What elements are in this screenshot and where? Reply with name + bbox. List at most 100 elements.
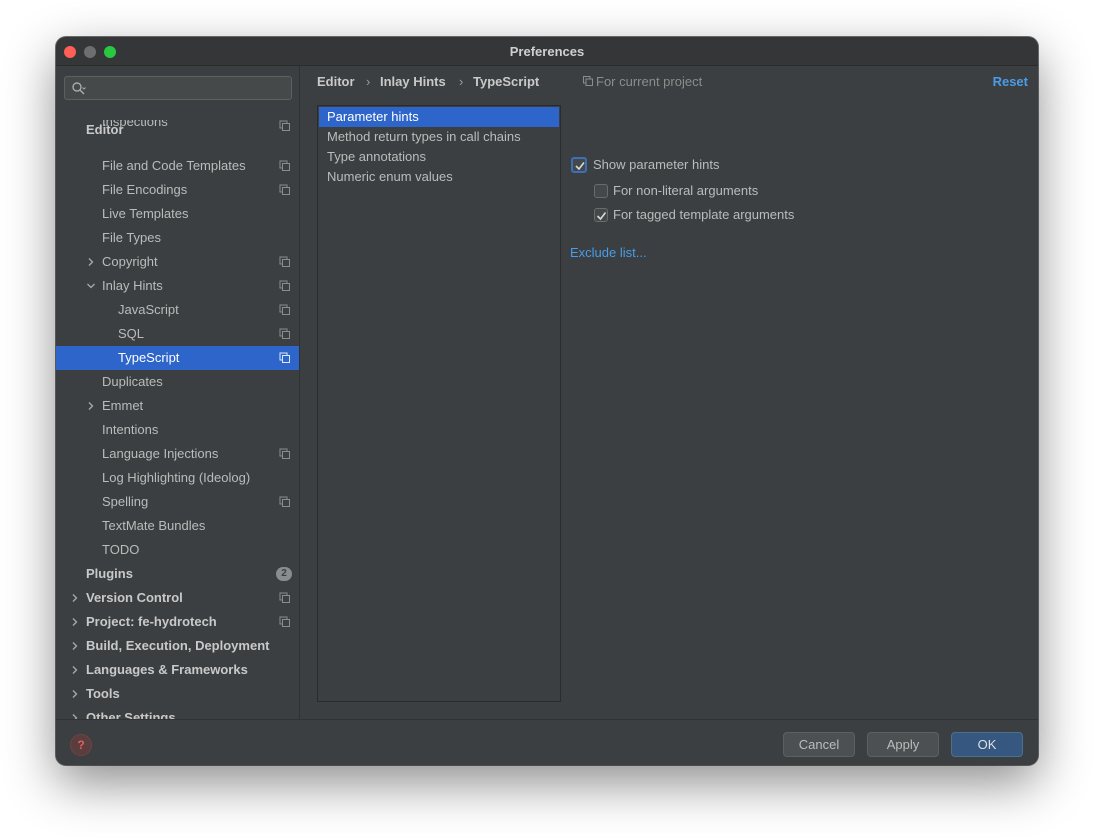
sidebar-item-textmate-bundles[interactable]: TextMate Bundles [56,514,299,538]
sidebar-item-language-injections[interactable]: Language Injections [56,442,299,466]
help-icon: ? [77,738,85,752]
settings-sidebar: Editor Inspections File and Code Templates… [56,66,300,719]
breadcrumb-editor[interactable]: Editor [317,74,355,89]
sidebar-item-log-highlighting-ideolog[interactable]: Log Highlighting (Ideolog) [56,466,299,490]
sidebar-item-label: Languages & Frameworks [86,662,248,677]
sidebar-item-label: Plugins [86,566,133,581]
sidebar-item-emmet[interactable]: Emmet [56,394,299,418]
sidebar-item-sql[interactable]: SQL [56,322,299,346]
sidebar-item-label: TypeScript [118,350,180,365]
apply-button[interactable]: Apply [867,732,939,757]
ok-button[interactable]: OK [951,732,1023,757]
title-bar: Preferences [56,37,1038,66]
hint-type-numeric-enum-values[interactable]: Numeric enum values [319,167,559,187]
sidebar-item-plugins[interactable]: Plugins 2 [56,562,299,586]
sidebar-item-label: Version Control [86,590,183,605]
hint-types-list: Parameter hints Method return types in c… [317,105,561,702]
sidebar-item-label: Live Templates [102,206,189,221]
sidebar-item-typescript[interactable]: TypeScript [56,346,299,370]
sidebar-item-label: Project: fe-hydrotech [86,614,217,629]
sidebar-item-label: Tools [86,686,120,701]
sidebar-item-label: TextMate Bundles [102,518,206,533]
window-title: Preferences [509,44,585,59]
project-scope-icon [279,352,290,363]
project-scope-icon [279,592,290,603]
sidebar-item-intentions[interactable]: Intentions [56,418,299,442]
hint-type-parameter-hints[interactable]: Parameter hints [319,107,559,127]
checkmark-icon [596,212,607,221]
breadcrumb-typescript: TypeScript [473,74,540,89]
sidebar-item-project-fe-hydrotech[interactable]: Project: fe-hydrotech [56,610,299,634]
sidebar-item-label: Inspections [102,120,168,129]
tagged-template-arguments-checkbox[interactable] [594,208,608,222]
project-scope-icon [279,448,290,459]
sidebar-item-label: Spelling [102,494,149,509]
sidebar-item-live-templates[interactable]: Live Templates [56,202,299,226]
chevron-right-icon[interactable] [70,641,80,651]
sidebar-item-copyright[interactable]: Copyright [56,250,299,274]
chevron-right-icon[interactable] [86,401,96,411]
sidebar-item-javascript[interactable]: JavaScript [56,298,299,322]
sidebar-item-duplicates[interactable]: Duplicates [56,370,299,394]
sidebar-item-label: Duplicates [102,374,163,389]
search-icon [72,82,86,95]
sidebar-item-todo[interactable]: TODO [56,538,299,562]
chevron-right-icon[interactable] [70,665,80,675]
non-literal-arguments-label[interactable]: For non-literal arguments [613,181,758,201]
sidebar-item-label: Intentions [102,422,159,437]
project-scope-icon [279,120,290,131]
sidebar-item-spelling[interactable]: Spelling [56,490,299,514]
sidebar-item-label: Inlay Hints [102,278,163,293]
cancel-button[interactable]: Cancel [783,732,855,757]
project-scope-icon [279,280,290,291]
reset-link[interactable]: Reset [993,74,1028,89]
chevron-right-icon[interactable] [86,257,96,267]
hint-type-method-return-types[interactable]: Method return types in call chains [319,127,559,147]
show-parameter-hints-label[interactable]: Show parameter hints [593,155,719,175]
breadcrumb-inlay-hints[interactable]: Inlay Hints [380,74,446,89]
sidebar-item-label: Build, Execution, Deployment [86,638,270,653]
tagged-template-arguments-label[interactable]: For tagged template arguments [613,205,794,225]
non-literal-arguments-checkbox[interactable] [594,184,608,198]
chevron-right-icon[interactable] [70,617,80,627]
project-scope-icon [279,328,290,339]
sidebar-item-tools[interactable]: Tools [56,682,299,706]
project-scope-icon [279,304,290,315]
sidebar-item-label: Log Highlighting (Ideolog) [102,470,251,485]
project-scope-icon [279,184,290,195]
sidebar-item-inspections[interactable]: Inspections [56,120,299,132]
settings-search-input[interactable] [64,76,292,100]
project-scope-icon [279,160,290,171]
sidebar-item-file-and-code-templates[interactable]: File and Code Templates [56,154,299,178]
hint-type-type-annotations[interactable]: Type annotations [319,147,559,167]
sidebar-item-languages-frameworks[interactable]: Languages & Frameworks [56,658,299,682]
chevron-right-icon[interactable] [70,689,80,699]
help-button[interactable]: ? [70,734,92,756]
exclude-list-link[interactable]: Exclude list... [570,245,647,260]
sidebar-item-file-encodings[interactable]: File Encodings [56,178,299,202]
sidebar-item-label: JavaScript [118,302,179,317]
chevron-down-icon[interactable] [86,281,96,291]
sidebar-item-build-execution-deployment[interactable]: Build, Execution, Deployment [56,634,299,658]
sidebar-item-label: File Encodings [102,182,188,197]
for-current-project-label: For current project [596,74,703,89]
breadcrumb-separator-icon: › [459,74,464,89]
plugins-update-badge: 2 [276,567,292,581]
chevron-right-icon[interactable] [70,593,80,603]
sidebar-item-label: File Types [102,230,162,245]
sidebar-item-other-settings[interactable]: Other Settings [56,706,299,719]
sidebar-item-label: Language Injections [102,446,219,461]
dialog-footer: ? Cancel Apply OK [56,719,1038,765]
show-parameter-hints-checkbox[interactable] [571,157,587,173]
sidebar-item-label: Emmet [102,398,144,413]
sidebar-item-label: File and Code Templates [102,158,246,173]
sidebar-item-version-control[interactable]: Version Control [56,586,299,610]
sidebar-item-label: TODO [102,542,140,557]
settings-content: Editor › Inlay Hints › TypeScript For cu… [301,66,1038,719]
sidebar-item-label: SQL [118,326,145,341]
sidebar-item-label: Other Settings [86,710,176,719]
sidebar-item-file-types[interactable]: File Types [56,226,299,250]
project-scope-icon [583,76,593,86]
sidebar-item-inlay-hints[interactable]: Inlay Hints [56,274,299,298]
project-scope-icon [279,256,290,267]
